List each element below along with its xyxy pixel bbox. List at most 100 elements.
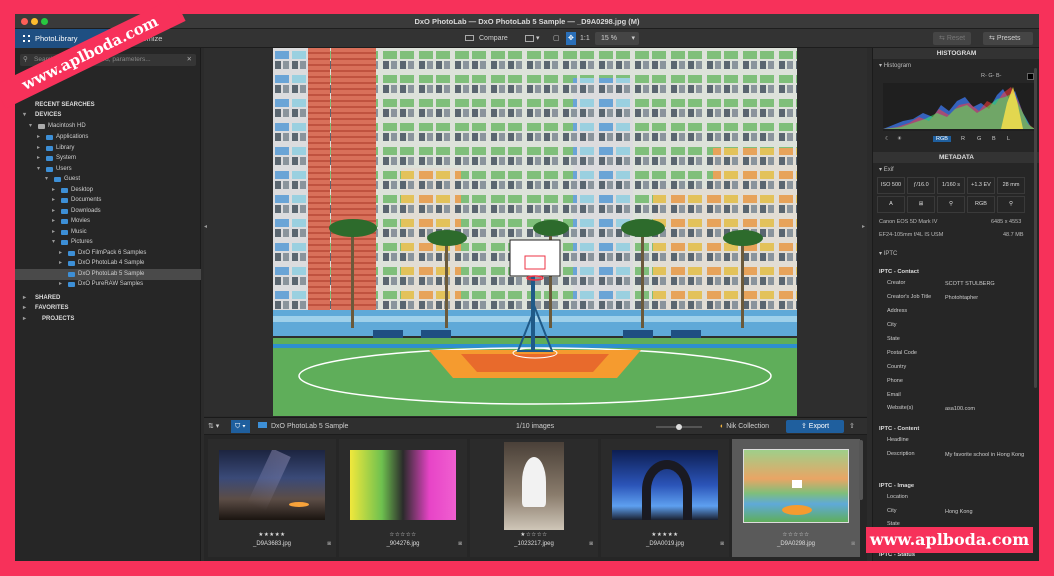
move-tool-icon[interactable]: ✥: [566, 32, 576, 45]
toolbar: PhotoLibrary Customize Compare ▾ ▢ ✥ 1:1…: [15, 29, 1039, 48]
folder-icon: [46, 156, 53, 161]
iptc-field[interactable]: Phone: [887, 378, 1037, 390]
histogram-panel-header[interactable]: HISTOGRAM: [873, 48, 1039, 59]
channel-b[interactable]: B: [992, 136, 996, 142]
main-photo: [273, 48, 797, 416]
iptc-field[interactable]: City Hong Kong: [887, 508, 1037, 520]
chevron-down-icon: ▾: [631, 35, 635, 42]
rating-stars[interactable]: ★★★★★: [208, 532, 336, 538]
split-view-button[interactable]: ▾: [525, 32, 539, 45]
exif-subheader[interactable]: ▾ Exif: [879, 166, 894, 173]
field-label: Location: [887, 494, 908, 500]
thumbnail-selected[interactable]: ☆☆☆☆☆ _D9A0298.jpg ◙: [732, 439, 860, 557]
clear-search-icon[interactable]: ✕: [187, 54, 192, 66]
moon-icon[interactable]: ☾: [885, 136, 890, 142]
rating-stars[interactable]: ☆☆☆☆☆: [732, 532, 860, 538]
field-value[interactable]: SCOTT STULBERG: [945, 280, 1035, 288]
histogram-subheader[interactable]: ▾ Histogram: [879, 62, 911, 69]
image-viewer[interactable]: ◂ ▸: [204, 48, 867, 416]
tree-item[interactable]: ▸ Movies: [15, 216, 201, 227]
devices-header[interactable]: ▾ DEVICES: [15, 110, 201, 121]
collapse-right-arrow[interactable]: ▸: [862, 223, 865, 230]
reset-button[interactable]: ⇆ Reset: [933, 32, 972, 45]
iptc-field[interactable]: Creator's Job Title Photohtapher: [887, 294, 1037, 306]
tree-item[interactable]: ▸ DxO PhotoLab 4 Sample: [15, 258, 201, 269]
export-label: Export: [808, 423, 830, 430]
tree-item[interactable]: ▸ Applications: [15, 132, 201, 143]
tree-item[interactable]: ▸ DxO PureRAW Samples: [15, 279, 201, 290]
field-value[interactable]: Photohtapher: [945, 294, 1035, 302]
channel-g[interactable]: G: [977, 136, 981, 142]
collapse-left-arrow[interactable]: ◂: [204, 223, 207, 230]
zoom-select[interactable]: 15 % ▾: [595, 32, 639, 45]
iptc-field[interactable]: Description My favorite school in Hong Ko…: [887, 451, 1037, 471]
slider-handle[interactable]: [676, 424, 682, 430]
chevron-right-icon: ▸: [23, 305, 27, 311]
export-button[interactable]: ⇪ Export: [786, 420, 844, 433]
iptc-field[interactable]: Address: [887, 308, 1037, 320]
exif-label: Exif: [883, 167, 894, 173]
nik-collection-button[interactable]: ◐ Nik Collection: [720, 420, 769, 433]
thumbnail[interactable]: ★☆☆☆☆ _1023217.jpeg ◙: [470, 439, 598, 557]
iptc-field[interactable]: Headline: [887, 437, 1037, 449]
crop-icon[interactable]: ▢: [553, 32, 560, 45]
camera-model: Canon EOS 5D Mark IV: [879, 219, 938, 225]
rating-stars[interactable]: ★☆☆☆☆: [470, 532, 598, 538]
folder-icon: [61, 188, 68, 193]
iptc-subheader[interactable]: ▾ IPTC: [879, 250, 897, 257]
chevron-down-icon: ▾: [45, 176, 49, 182]
iptc-field[interactable]: Website(s) asa100.com: [887, 405, 1037, 417]
exif-shutter: 1/160 s: [937, 177, 965, 194]
channel-r[interactable]: R: [961, 136, 965, 142]
presets-icon: ⇆: [989, 35, 997, 42]
channel-rgb[interactable]: RGB: [933, 136, 951, 142]
projects-label: PROJECTS: [42, 316, 75, 322]
filter-button[interactable]: ⛉ ▾: [231, 420, 250, 433]
thumbnail[interactable]: ☆☆☆☆☆ _904276.jpg ◙: [339, 439, 467, 557]
projects-header[interactable]: ▸ PROJECTS: [15, 314, 201, 325]
field-value[interactable]: Hong Kong: [945, 508, 1035, 516]
channel-l[interactable]: L: [1007, 136, 1010, 142]
right-panel-scrollbar[interactable]: [1034, 68, 1037, 388]
tree-item[interactable]: ▾ Pictures: [15, 237, 201, 248]
tree-item[interactable]: ▾ Guest: [15, 174, 201, 185]
iptc-field[interactable]: City: [887, 322, 1037, 334]
thumbnail-size-slider[interactable]: [656, 424, 702, 430]
tree-item[interactable]: ▸ Documents: [15, 195, 201, 206]
chevron-right-icon: ▸: [37, 134, 41, 140]
iptc-field[interactable]: Location: [887, 494, 1037, 506]
sort-button[interactable]: ⇅ ▾: [208, 420, 219, 433]
favorites-header[interactable]: ▸ FAVORITES: [15, 303, 201, 314]
filmstrip-toolbar: ⇅ ▾ ⛉ ▾ DxO PhotoLab 5 Sample 1/10 image…: [204, 418, 867, 435]
reset-label: Reset: [946, 35, 966, 42]
share-icon[interactable]: ⇧: [849, 420, 855, 433]
field-label: Website(s): [887, 405, 914, 411]
field-label: Country: [887, 364, 907, 370]
thumbnail[interactable]: ★★★★★ _D9A3683.jpg ◙: [208, 439, 336, 557]
tree-item-label: Guest: [64, 176, 81, 182]
gps-icon: ⚲: [997, 196, 1025, 213]
field-label: City: [887, 508, 897, 514]
metadata-panel-header[interactable]: METADATA: [873, 152, 1039, 163]
thumbnail[interactable]: ★★★★★ _D9A0019.jpg ◙: [601, 439, 729, 557]
iptc-field[interactable]: Creator SCOTT STULBERG: [887, 280, 1037, 292]
tree-item[interactable]: ▾ Macintosh HD: [15, 121, 201, 132]
rating-stars[interactable]: ☆☆☆☆☆: [339, 532, 467, 538]
camera-icon: ◙: [589, 541, 593, 547]
rating-stars[interactable]: ★★★★★: [601, 532, 729, 538]
tree-item-label: DxO PureRAW Samples: [78, 281, 144, 287]
iptc-field[interactable]: Country: [887, 364, 1037, 376]
zoom-1-1-button[interactable]: 1:1: [580, 32, 590, 45]
presets-button[interactable]: ⇆ Presets: [983, 32, 1033, 45]
iptc-field[interactable]: Postal Code: [887, 350, 1037, 362]
field-value[interactable]: My favorite school in Hong Kong: [945, 451, 1035, 459]
compare-button[interactable]: Compare: [465, 32, 508, 45]
tree-item[interactable]: ▸ System: [15, 153, 201, 164]
filmstrip-scrollbar[interactable]: [859, 440, 863, 500]
field-label: City: [887, 322, 897, 328]
iptc-field[interactable]: State: [887, 336, 1037, 348]
field-value[interactable]: asa100.com: [945, 405, 1035, 413]
sun-icon[interactable]: ☀: [897, 136, 902, 142]
iptc-field[interactable]: Email: [887, 392, 1037, 404]
image-resolution: 6485 x 4553: [991, 219, 1022, 225]
